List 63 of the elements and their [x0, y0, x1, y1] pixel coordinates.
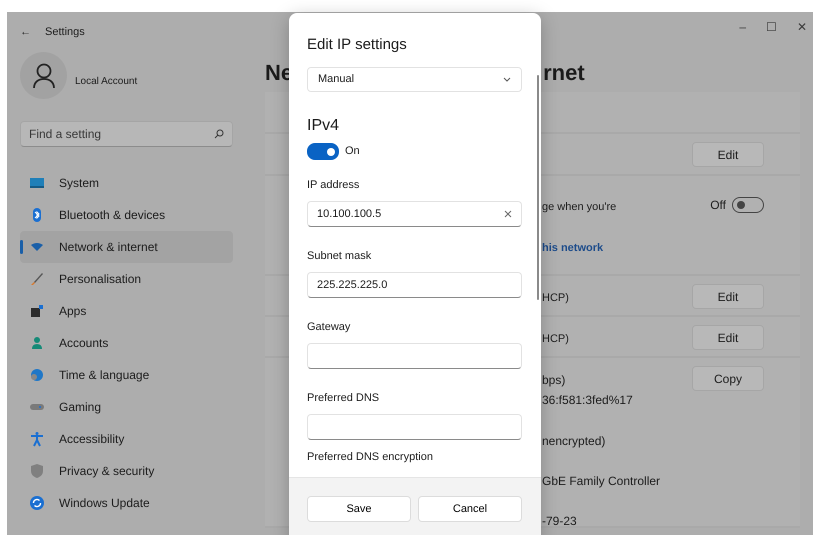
input-field[interactable]: 225.225.225.0 [307, 272, 522, 298]
edit-button[interactable]: Edit [692, 142, 764, 167]
sidebar-item[interactable]: Accessibility [20, 423, 233, 455]
setting-text: ge when you're [542, 200, 616, 215]
sidebar-item[interactable]: Personalisation [20, 263, 233, 295]
cancel-button[interactable]: Cancel [418, 496, 522, 522]
setting-text: bps) [542, 372, 566, 389]
field-label: Preferred DNS encryption [307, 450, 434, 464]
copy-button[interactable]: Copy [692, 366, 764, 391]
accessibility-icon [29, 431, 45, 447]
sidebar-item[interactable]: Privacy & security [20, 455, 233, 487]
edit-button[interactable]: Edit [692, 325, 764, 350]
search-icon [214, 129, 224, 139]
toggle-switch[interactable] [307, 143, 339, 160]
dialog-title: Edit IP settings [307, 35, 408, 55]
scrollbar[interactable] [537, 75, 539, 300]
save-button[interactable]: Save [307, 496, 411, 522]
toggle-label: On [345, 144, 360, 160]
brush-icon [29, 271, 45, 287]
person-icon [29, 335, 45, 351]
field-label: Subnet mask [307, 249, 372, 263]
setting-text: 36:f581:3fed%17 [542, 392, 634, 409]
edit-button[interactable]: Edit [692, 284, 764, 309]
toggle-switch[interactable] [732, 197, 764, 213]
clear-icon[interactable] [504, 210, 512, 218]
sidebar-item[interactable]: Gaming [20, 391, 233, 423]
search-field[interactable]: Find a setting [20, 121, 233, 147]
back-button[interactable]: ← [20, 24, 31, 40]
minimize-button[interactable]: – [739, 18, 746, 36]
mode-dropdown[interactable]: Manual [307, 67, 522, 92]
sidebar-item[interactable]: Network & internet [20, 231, 233, 263]
setting-text: -79-23 [542, 513, 578, 530]
shield-icon [29, 463, 45, 479]
field-label: Gateway [307, 320, 352, 334]
section-heading: IPv4 [307, 116, 340, 136]
sidebar-item[interactable]: Windows Update [20, 487, 233, 519]
maximize-button[interactable]: ☐ [766, 18, 777, 36]
sidebar-item[interactable]: Accounts [20, 327, 233, 359]
toggle-label: Off [710, 197, 726, 214]
page-heading: rnet [543, 58, 585, 86]
field-label: IP address [307, 178, 360, 192]
chevron-icon [503, 77, 511, 82]
sidebar-item[interactable]: Bluetooth & devices [20, 199, 233, 231]
network-link[interactable]: his network [542, 238, 616, 258]
globe-icon [29, 367, 45, 383]
field-label: Preferred DNS [307, 391, 380, 405]
setting-text: HCP) [542, 332, 569, 347]
sidebar-item[interactable]: Apps [20, 295, 233, 327]
sidebar-item[interactable]: System [20, 167, 233, 199]
input-field[interactable] [307, 414, 522, 440]
sidebar-item[interactable]: Time & language [20, 359, 233, 391]
account-name: Local Account [75, 75, 138, 89]
update-icon [29, 495, 45, 511]
setting-text: GbE Family Controller [542, 473, 660, 490]
avatar-icon [20, 52, 67, 99]
apps-icon [29, 303, 45, 319]
window-title: Settings [45, 24, 85, 40]
input-field[interactable]: 10.100.100.5 [307, 201, 522, 227]
setting-text: nencrypted) [542, 433, 606, 450]
system-icon [29, 175, 45, 191]
setting-text: HCP) [542, 291, 569, 306]
close-button[interactable]: ✕ [797, 18, 807, 36]
input-field[interactable] [307, 343, 522, 369]
